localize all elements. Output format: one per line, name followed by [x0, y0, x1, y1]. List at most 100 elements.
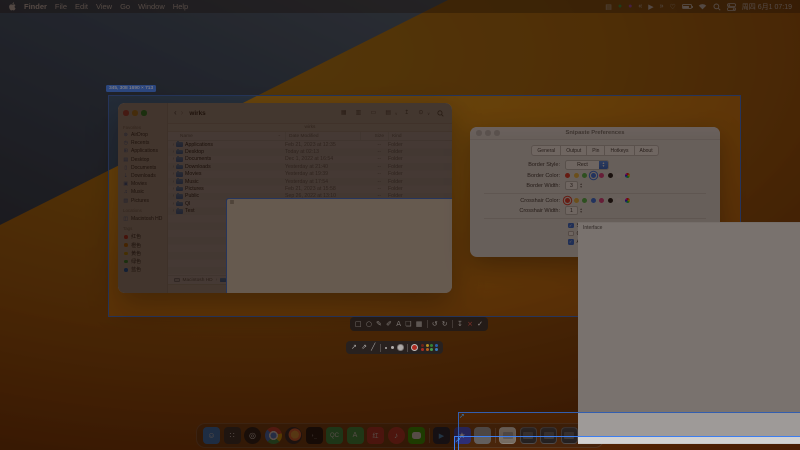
color-swatch-selected[interactable]	[565, 198, 570, 203]
table-row[interactable]: ›PicturesFeb 21, 2023 at 15:58--Folder	[168, 185, 452, 192]
dock-dark-app[interactable]: ◎	[244, 427, 261, 444]
color-picker-swatch[interactable]	[625, 198, 630, 203]
minimize-button[interactable]	[485, 130, 491, 136]
menu-item-help[interactable]: Help	[173, 0, 188, 13]
favorite-icon[interactable]: ♡	[670, 3, 676, 11]
arrow-style-double[interactable]: ⇗	[361, 344, 367, 351]
search-icon[interactable]	[713, 3, 721, 11]
column-header-name[interactable]: Name⌃	[180, 134, 285, 139]
current-color-swatch[interactable]	[412, 345, 417, 350]
view-icons-icon[interactable]: ▦	[338, 109, 349, 117]
menu-item-go[interactable]: Go	[120, 0, 130, 13]
close-button[interactable]	[476, 130, 482, 136]
color-swatch[interactable]	[599, 173, 604, 178]
battery-icon[interactable]	[682, 4, 692, 9]
sidebar-item-applications[interactable]: ⊞Applications	[121, 148, 164, 155]
column-header-kind[interactable]: Kind	[388, 132, 452, 140]
share-icon[interactable]: ↥	[402, 109, 412, 117]
wifi-icon[interactable]	[698, 3, 707, 10]
view-list-icon[interactable]: ≣	[226, 198, 452, 293]
dock-video-player[interactable]: ▶	[433, 427, 450, 444]
view-gallery-icon[interactable]: ▭	[368, 109, 379, 117]
color-swatch[interactable]	[591, 198, 596, 203]
text-tool[interactable]: A	[396, 321, 401, 328]
color-picker-swatch[interactable]	[625, 173, 630, 178]
tab-pin[interactable]: Pin	[587, 145, 605, 156]
control-center-icon[interactable]	[727, 3, 736, 11]
tab-about[interactable]: About	[635, 145, 659, 156]
dock-xiaohongshu[interactable]: 红	[367, 427, 384, 444]
save-button[interactable]: ↧	[457, 321, 463, 328]
palette-swatch[interactable]	[435, 348, 438, 351]
sidebar-tag-orange[interactable]: 橙色	[121, 242, 164, 249]
dock-wechat[interactable]	[408, 427, 425, 444]
screen-mirroring-icon[interactable]: ▤	[605, 3, 612, 11]
tab-hotkeys[interactable]: Hotkeys	[605, 145, 634, 156]
stepper-arrows-icon[interactable]: ▲▼	[580, 183, 583, 189]
tab-interface[interactable]: Interface	[578, 222, 800, 444]
group-by-icon[interactable]: ▤	[383, 109, 394, 117]
sidebar-item-airdrop[interactable]: ⊚AirDrop	[121, 132, 164, 139]
media-play-icon[interactable]: ▶	[648, 3, 653, 11]
dock-a-app[interactable]: A	[347, 427, 364, 444]
dock-chrome[interactable]	[265, 427, 282, 444]
view-columns-icon[interactable]: ▥	[353, 109, 364, 117]
pencil-tool[interactable]: ✎	[376, 321, 382, 328]
menu-item-window[interactable]: Window	[138, 0, 165, 13]
sidebar-item-music[interactable]: ♫Music	[121, 189, 164, 196]
dock-finder[interactable]: ☺	[203, 427, 220, 444]
color-swatch[interactable]	[616, 198, 621, 203]
close-button[interactable]	[123, 110, 129, 116]
line-style[interactable]: ╱	[371, 344, 375, 351]
tab-general[interactable]: General	[531, 145, 561, 156]
rect-tool[interactable]: □	[355, 321, 362, 328]
table-row[interactable]: ›MusicYesterday at 17:54--Folder	[168, 178, 452, 185]
tab-output[interactable]: Output	[561, 145, 587, 156]
color-swatch[interactable]	[574, 198, 579, 203]
undo-button[interactable]: ↺	[432, 321, 438, 328]
column-header-size[interactable]: Size	[360, 132, 388, 140]
cancel-button[interactable]: ×	[467, 321, 473, 328]
zoom-button[interactable]	[141, 110, 147, 116]
stroke-size-medium[interactable]	[391, 346, 394, 349]
palette-swatch[interactable]	[426, 344, 429, 347]
redo-button[interactable]: ↻	[442, 321, 448, 328]
arrow-style-thin[interactable]: ↗	[351, 344, 357, 351]
color-swatch[interactable]	[582, 173, 587, 178]
menu-item-edit[interactable]: Edit	[75, 0, 88, 13]
color-swatch[interactable]	[582, 198, 587, 203]
sidebar-item-downloads[interactable]: ⇣Downloads	[121, 172, 164, 179]
menu-item-file[interactable]: File	[55, 0, 67, 13]
checkbox-unchecked-icon[interactable]	[568, 231, 574, 237]
checkbox-checked-icon[interactable]: ✓	[568, 223, 574, 229]
color-swatch[interactable]	[574, 173, 579, 178]
sidebar-tag-blue[interactable]: 蓝色	[121, 266, 164, 273]
crosshair-width-stepper[interactable]: 1 ▲▼	[565, 206, 583, 215]
stroke-size-small[interactable]	[385, 347, 387, 349]
table-row[interactable]: ›DesktopToday at 02:13--Folder	[168, 148, 452, 155]
dock-netease-music[interactable]: ♪	[388, 427, 405, 444]
crosshair-width-value[interactable]: 1	[565, 206, 578, 215]
sidebar-item-desktop[interactable]: ▤Desktop	[121, 156, 164, 163]
search-icon[interactable]	[434, 109, 446, 118]
color-swatch[interactable]	[565, 173, 570, 178]
border-width-stepper[interactable]: 3 ▲▼	[565, 181, 583, 190]
confirm-button[interactable]: ✓	[477, 321, 483, 328]
border-style-select[interactable]: Rect ▲▼	[565, 160, 609, 170]
table-row[interactable]: ›DocumentsDec 1, 2022 at 16:54--Folder	[168, 156, 452, 163]
menu-item-view[interactable]: View	[96, 0, 112, 13]
palette-swatch[interactable]	[421, 344, 424, 347]
color-swatch[interactable]	[608, 173, 613, 178]
zoom-button[interactable]	[494, 130, 500, 136]
forward-button[interactable]: ›	[181, 109, 184, 117]
stepper-arrows-icon[interactable]: ▲▼	[580, 208, 583, 214]
checkbox-checked-icon[interactable]: ✓	[568, 239, 574, 245]
finder-tab-bar[interactable]: wirks	[168, 124, 452, 132]
palette-swatch[interactable]	[421, 348, 424, 351]
stroke-size-large-selected[interactable]	[398, 345, 403, 350]
back-button[interactable]: ‹	[174, 109, 177, 117]
sidebar-tag-red[interactable]: 红色	[121, 233, 164, 240]
arrow-style-solid[interactable]: ➚	[454, 436, 800, 450]
marker-tool[interactable]: ✐	[386, 321, 392, 328]
app-status-green-icon[interactable]: ●	[618, 3, 622, 10]
